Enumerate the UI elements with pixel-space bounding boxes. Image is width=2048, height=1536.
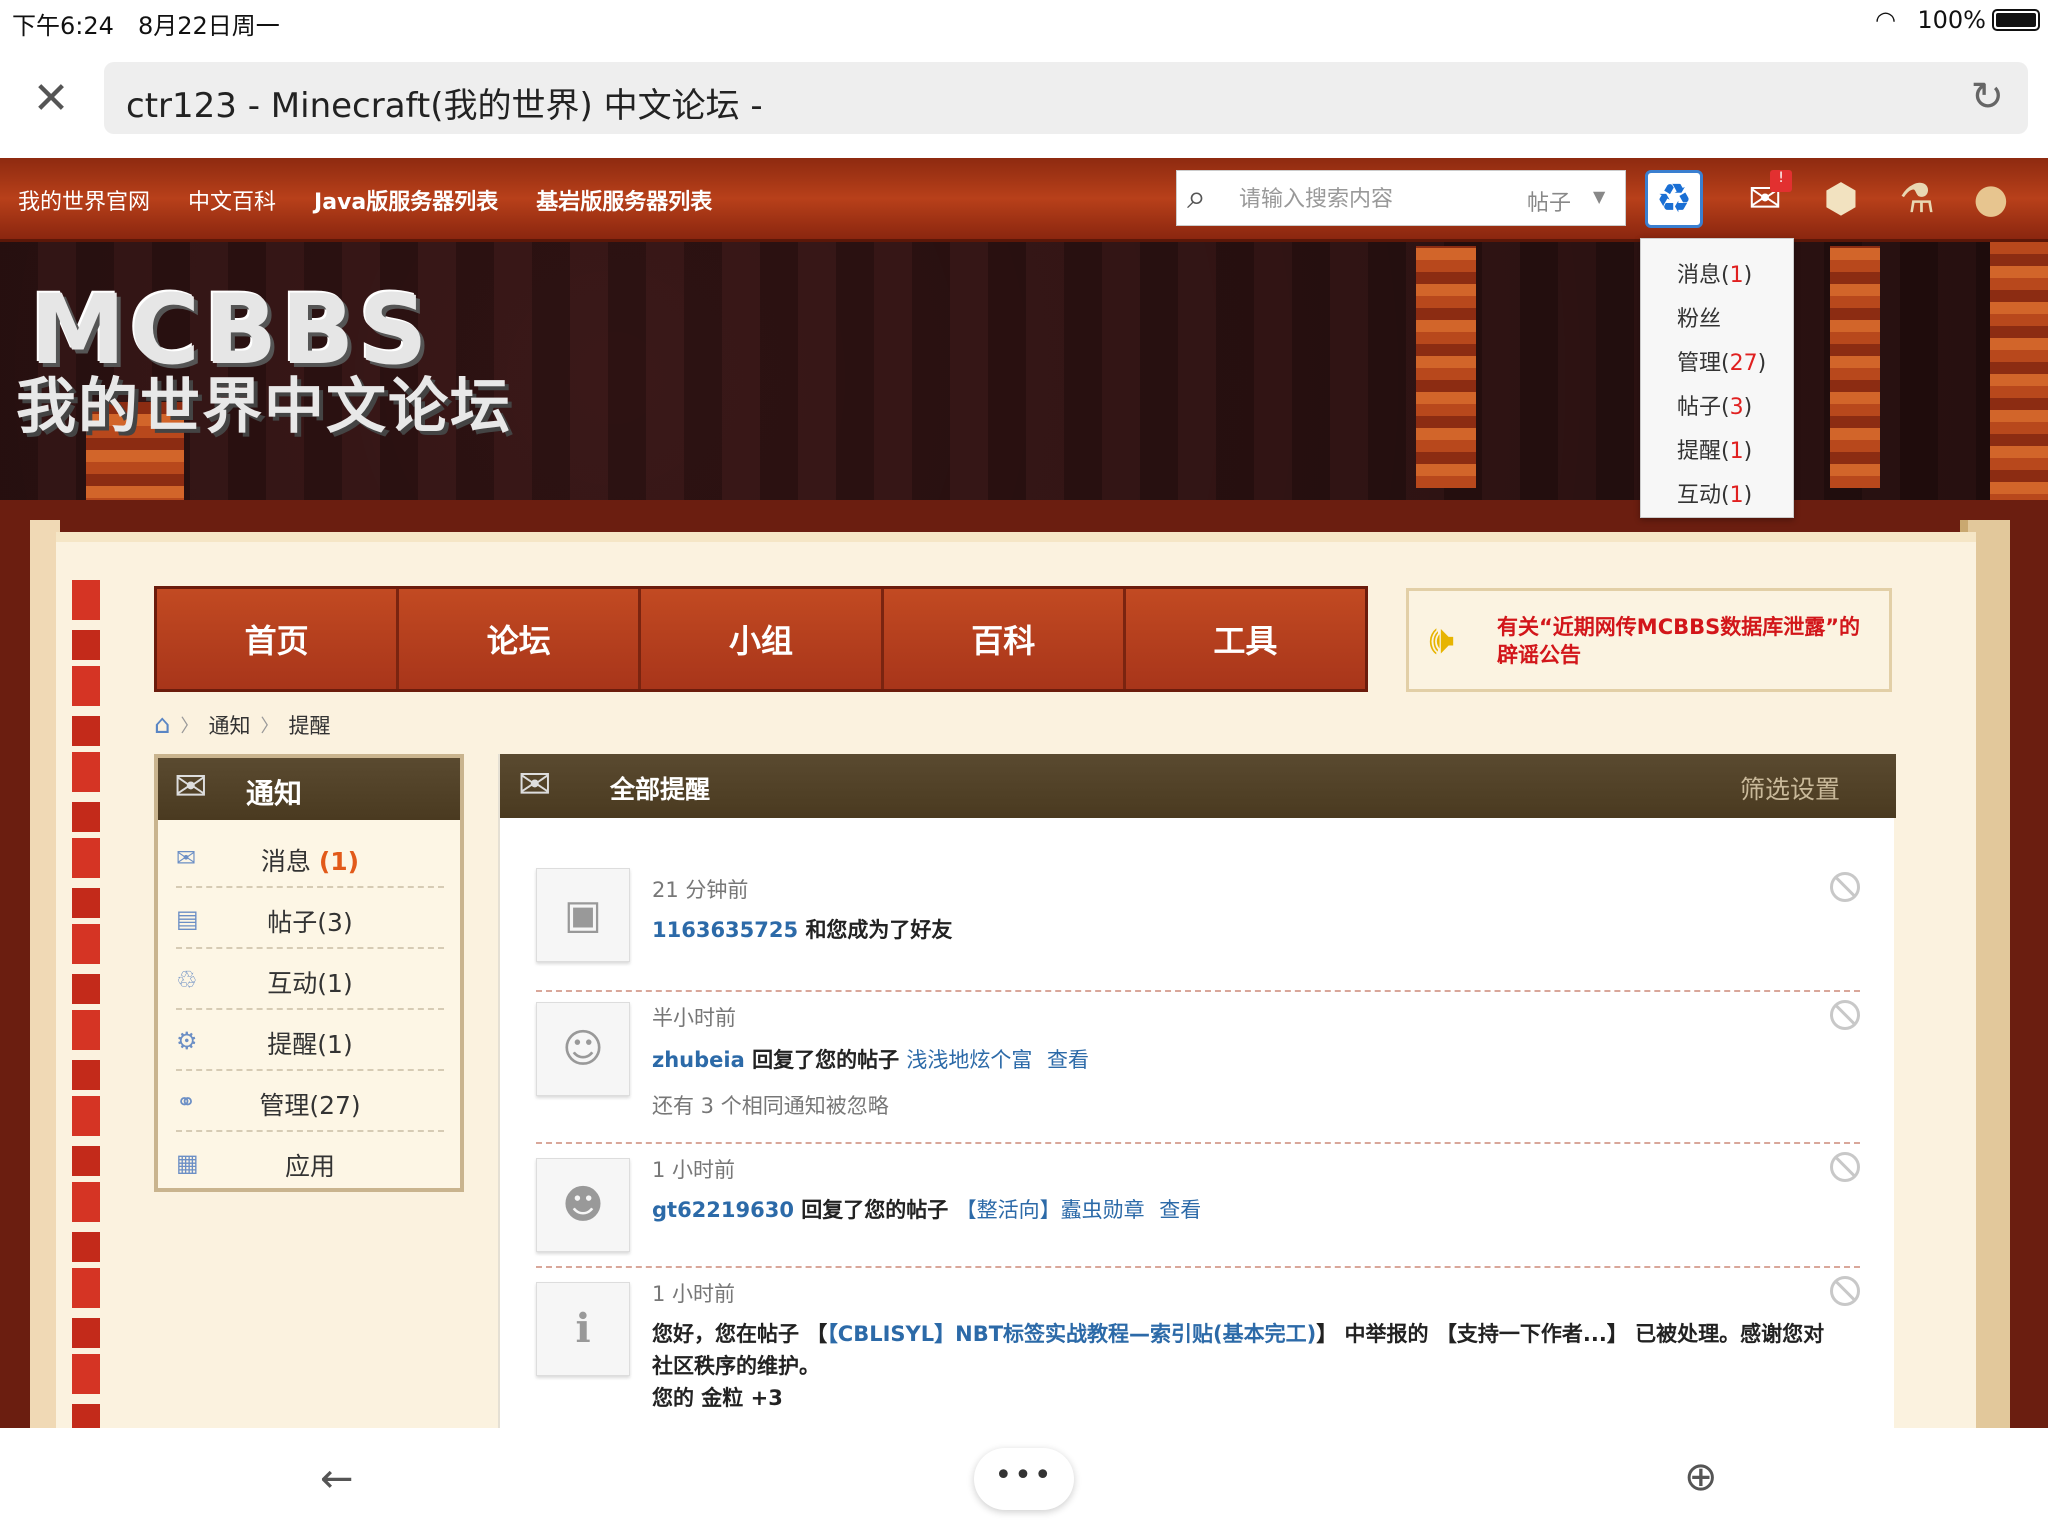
reload-icon[interactable]: ↻ xyxy=(1970,74,2004,120)
site-top-nav: 我的世界官网 中文百科 Java版服务器列表 基岩版服务器列表 ⌕ 帖子 ▼ ♻… xyxy=(0,158,2048,242)
avatar[interactable]: ▣ xyxy=(536,868,630,962)
sidebar-title: 通知 xyxy=(246,777,303,810)
wifi-icon: ◠ xyxy=(1875,6,1896,34)
list-item: ☻ 1 小时前 gt62219630 回复了您的帖子 【整活向】蠹虫勋章 查看 xyxy=(536,1144,1860,1268)
address-bar[interactable]: ctr123 - Minecraft(我的世界) 中文论坛 - ↻ xyxy=(104,62,2028,134)
breadcrumb-reminders: 提醒 xyxy=(288,714,331,738)
tab-forum[interactable]: 论坛 xyxy=(399,589,642,689)
battery-percent: 100% xyxy=(1917,6,1986,34)
sidebar-header: ✉ 通知 xyxy=(158,758,460,820)
lava-column xyxy=(1990,242,2048,542)
thread-link[interactable]: 浅浅地炫个富 xyxy=(906,1048,1032,1072)
note-reward: 您的 金粒 +3 xyxy=(652,1386,783,1410)
note-time: 21 分钟前 xyxy=(652,878,749,902)
note-time: 1 小时前 xyxy=(652,1282,736,1306)
potion-icon[interactable]: ⚗ xyxy=(1888,170,1946,228)
cube-icon[interactable]: ⬢ xyxy=(1812,170,1870,228)
sidebar-item-messages[interactable]: ✉ 消息 (1) xyxy=(176,828,444,888)
search-input[interactable] xyxy=(1239,175,1519,223)
list-item: ☺ 半小时前 zhubeia 回复了您的帖子 浅浅地炫个富 查看 还有 3 个相… xyxy=(536,992,1860,1144)
nav-link-wiki[interactable]: 中文百科 xyxy=(188,184,276,216)
recycle-notification-icon[interactable]: ♻ xyxy=(1645,170,1703,228)
panel-header: ✉ 全部提醒 筛选设置 xyxy=(500,754,1896,818)
system-notice-icon: ℹ xyxy=(536,1282,630,1376)
user-link[interactable]: zhubeia xyxy=(652,1048,745,1072)
tab-home[interactable]: 首页 xyxy=(157,589,400,689)
sidebar-item-apps[interactable]: ▦ 应用 xyxy=(176,1133,444,1193)
filter-settings-link[interactable]: 筛选设置 xyxy=(1740,770,1840,806)
more-menu-button[interactable]: ••• xyxy=(974,1448,1074,1510)
announcement-box[interactable]: 🕪 有关“近期网传MCBBS数据库泄露”的辟谣公告 xyxy=(1406,588,1892,692)
page-title: ctr123 - Minecraft(我的世界) 中文论坛 - xyxy=(126,86,763,126)
chevron-down-icon[interactable]: ▼ xyxy=(1593,187,1605,206)
user-link[interactable]: gt62219630 xyxy=(652,1198,794,1222)
note-time: 1 小时前 xyxy=(652,1158,736,1182)
dropdown-item-messages[interactable]: 消息(1) xyxy=(1677,257,1752,289)
bell-icon: ✉ xyxy=(518,762,552,808)
main-nav: 首页 论坛 小组 百科 工具 xyxy=(154,586,1368,692)
ignore-icon[interactable] xyxy=(1830,1000,1860,1030)
ignored-count: 还有 3 个相同通知被忽略 xyxy=(652,1094,889,1118)
mail-badge-icon: ! xyxy=(1770,170,1792,192)
thread-link[interactable]: 【整活向】蠹虫勋章 xyxy=(956,1198,1145,1222)
notification-dropdown: 消息(1) 粉丝 管理(27) 帖子(3) 提醒(1) 互动(1) xyxy=(1640,238,1794,518)
dropdown-item-manage[interactable]: 管理(27) xyxy=(1677,345,1766,377)
view-link[interactable]: 查看 xyxy=(1047,1048,1089,1072)
nav-link-official[interactable]: 我的世界官网 xyxy=(18,184,150,216)
list-item: ℹ 1 小时前 您好，您在帖子 【【CBLISYL】NBT标签实战教程—索引贴(… xyxy=(536,1268,1860,1436)
dropdown-item-posts[interactable]: 帖子(3) xyxy=(1677,389,1752,421)
site-logo-subtitle: 我的世界中文论坛 xyxy=(16,372,512,442)
list-item: ▣ 21 分钟前 1163635725 和您成为了好友 xyxy=(536,868,1860,992)
breadcrumb: ⌂ 〉 通知 〉 提醒 xyxy=(154,710,331,740)
reminders-panel: ✉ 全部提醒 筛选设置 ▣ 21 分钟前 1163635725 和您成为了好友 … xyxy=(498,754,1896,1436)
sidebar-item-manage[interactable]: ⚭ 管理(27) xyxy=(176,1072,444,1132)
view-link[interactable]: 查看 xyxy=(1159,1198,1201,1222)
cookie-icon[interactable]: ● xyxy=(1962,170,2020,228)
ignore-icon[interactable] xyxy=(1830,872,1860,902)
status-bar: 下午6:24 8月22日周一 ◠ 100% xyxy=(0,0,2048,40)
dropdown-item-reminders[interactable]: 提醒(1) xyxy=(1677,433,1752,465)
status-date: 8月22日周一 xyxy=(138,12,280,40)
thread-link[interactable]: 【CBLISYL】NBT标签实战教程—索引贴(基本完工) xyxy=(827,1322,1316,1346)
avatar[interactable]: ☻ xyxy=(536,1158,630,1252)
notification-sidebar: ✉ 通知 ✉ 消息 (1) ▤ 帖子(3) ♲ 互动(1) ⚙ 提醒(1) ⚭ … xyxy=(154,754,464,1192)
tab-groups[interactable]: 小组 xyxy=(641,589,884,689)
ignore-icon[interactable] xyxy=(1830,1276,1860,1306)
dropdown-item-interactions[interactable]: 互动(1) xyxy=(1677,477,1752,509)
lava-column xyxy=(1416,246,1476,488)
decorative-rope xyxy=(72,580,100,1430)
battery-icon xyxy=(1992,9,2040,31)
lava-column xyxy=(1830,246,1880,488)
user-link[interactable]: 1163635725 xyxy=(652,918,798,942)
close-icon[interactable]: ✕ xyxy=(28,76,74,122)
tab-tools[interactable]: 工具 xyxy=(1125,589,1366,689)
dropdown-item-fans[interactable]: 粉丝 xyxy=(1677,301,1721,333)
announcement-text[interactable]: 有关“近期网传MCBBS数据库泄露”的辟谣公告 xyxy=(1497,613,1877,669)
breadcrumb-notifications[interactable]: 通知 xyxy=(209,710,251,740)
note-text: 社区秩序的维护。 xyxy=(652,1354,820,1378)
nav-link-java-servers[interactable]: Java版服务器列表 xyxy=(314,184,498,216)
avatar[interactable]: ☺ xyxy=(536,1002,630,1096)
ignore-icon[interactable] xyxy=(1830,1152,1860,1182)
nav-link-bedrock-servers[interactable]: 基岩版服务器列表 xyxy=(536,184,712,216)
home-icon[interactable]: ⌂ xyxy=(154,710,171,740)
sidebar-item-posts[interactable]: ▤ 帖子(3) xyxy=(176,889,444,949)
globe-icon[interactable]: ⊕ xyxy=(1684,1454,1718,1500)
search-box: ⌕ 帖子 ▼ xyxy=(1176,170,1626,226)
search-type-select[interactable]: 帖子 xyxy=(1527,185,1571,217)
tab-wiki[interactable]: 百科 xyxy=(883,589,1126,689)
search-icon[interactable]: ⌕ xyxy=(1187,177,1206,217)
status-time: 下午6:24 xyxy=(12,12,114,40)
browser-toolbar: ✕ ctr123 - Minecraft(我的世界) 中文论坛 - ↻ xyxy=(0,40,2048,158)
speaker-icon: 🕪 xyxy=(1429,617,1455,663)
note-time: 半小时前 xyxy=(652,1006,736,1030)
back-arrow-icon[interactable]: ← xyxy=(320,1456,354,1502)
panel-title: 全部提醒 xyxy=(610,775,711,804)
bell-icon: ✉ xyxy=(174,764,208,810)
browser-bottom-bar: ← ••• ⊕ xyxy=(0,1428,2048,1536)
sidebar-item-interactions[interactable]: ♲ 互动(1) xyxy=(176,950,444,1010)
sidebar-item-reminders[interactable]: ⚙ 提醒(1) xyxy=(176,1011,444,1071)
